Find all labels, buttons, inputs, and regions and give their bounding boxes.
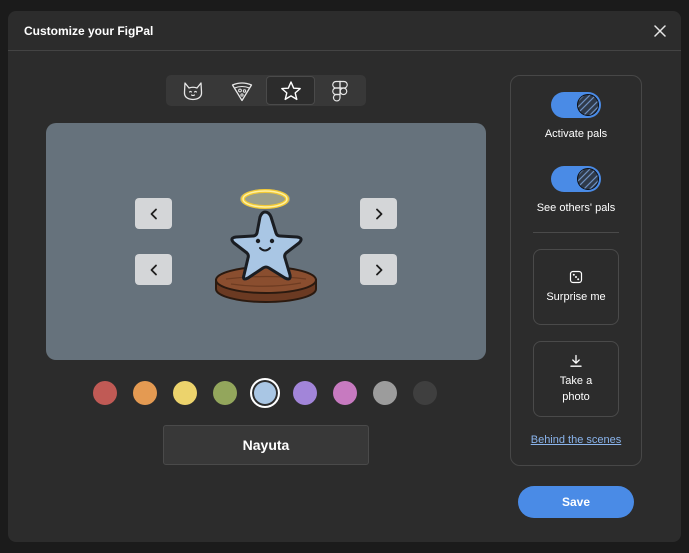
dialog-title: Customize your FigPal [24, 24, 154, 38]
tab-star[interactable] [266, 76, 315, 105]
tab-cat[interactable] [168, 76, 217, 105]
chevron-right-icon [375, 208, 382, 219]
next-accessory-button[interactable] [360, 198, 397, 229]
close-button[interactable] [649, 20, 671, 42]
see-others-pals-label: See others' pals [536, 202, 616, 214]
chevron-left-icon [150, 208, 157, 219]
toggle-knob [577, 94, 599, 116]
take-photo-label-line1: Take a [559, 374, 593, 387]
toggle-knob [577, 168, 599, 190]
wooden-pedestal [215, 266, 317, 303]
hatch-pattern-icon [578, 169, 598, 189]
color-swatch-green[interactable] [213, 381, 237, 405]
color-swatch-black[interactable] [413, 381, 437, 405]
dice-icon [569, 270, 583, 283]
star-icon [280, 80, 301, 100]
pal-type-tabs [166, 75, 366, 106]
color-swatch-yellow[interactable] [173, 381, 197, 405]
halo-accessory [240, 189, 290, 209]
take-photo-label-line2: photo [562, 390, 590, 403]
tab-figma[interactable] [315, 76, 364, 105]
next-base-button[interactable] [360, 254, 397, 285]
take-photo-label: Take a photo [560, 373, 592, 405]
prev-accessory-button[interactable] [135, 198, 172, 229]
color-swatch-red[interactable] [93, 381, 117, 405]
chevron-right-icon [375, 264, 382, 275]
settings-panel: Activate pals See others' pals Surprise … [510, 75, 642, 466]
activate-pals-toggle[interactable] [551, 92, 601, 118]
hatch-pattern-icon [578, 95, 598, 115]
pal-name-input[interactable]: Nayuta [163, 425, 369, 465]
star-pal-figure [215, 189, 317, 303]
close-icon [654, 25, 666, 37]
figma-logo-icon [331, 80, 348, 101]
color-swatch-purple[interactable] [293, 381, 317, 405]
surprise-me-button[interactable]: Surprise me [533, 249, 619, 325]
download-icon [570, 354, 582, 367]
dialog-header: Customize your FigPal [8, 11, 681, 51]
pizza-icon [231, 81, 252, 101]
customize-figpal-dialog: Customize your FigPal Nayuta Activate pa… [8, 11, 681, 542]
panel-divider [533, 232, 619, 233]
see-others-pals-toggle[interactable] [551, 166, 601, 192]
tab-pizza[interactable] [217, 76, 266, 105]
activate-pals-label: Activate pals [544, 128, 608, 140]
chevron-left-icon [150, 264, 157, 275]
surprise-me-label: Surprise me [546, 290, 606, 303]
take-photo-button[interactable]: Take a photo [533, 341, 619, 417]
save-button[interactable]: Save [518, 486, 634, 518]
behind-the-scenes-link[interactable]: Behind the scenes [511, 434, 641, 446]
color-swatch-pink[interactable] [333, 381, 357, 405]
prev-base-button[interactable] [135, 254, 172, 285]
pal-preview-stage [46, 123, 486, 360]
color-swatch-orange[interactable] [133, 381, 157, 405]
cat-icon [183, 81, 202, 100]
color-swatch-gray[interactable] [373, 381, 397, 405]
color-swatch-blue[interactable] [250, 378, 280, 408]
